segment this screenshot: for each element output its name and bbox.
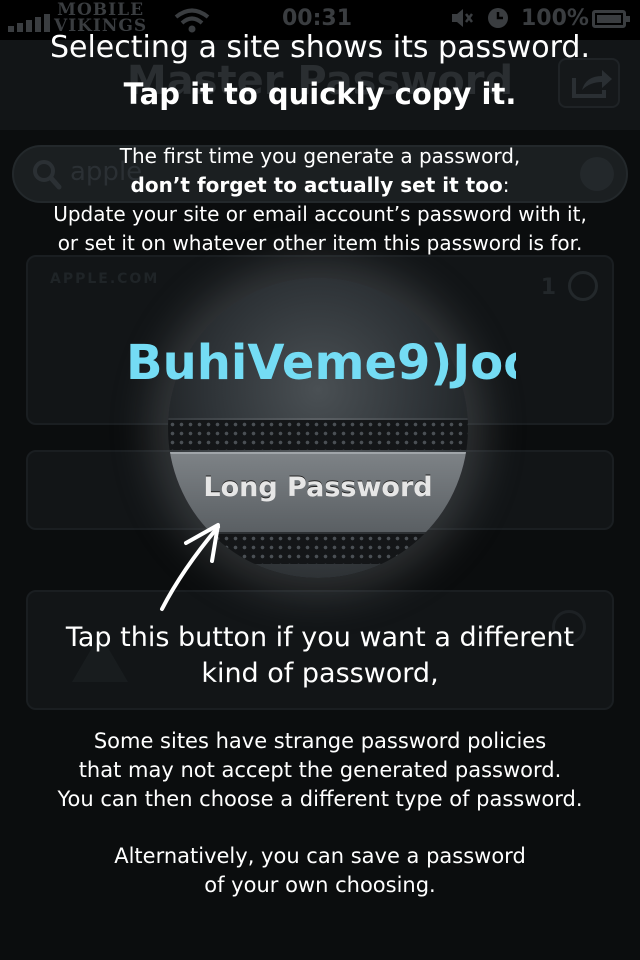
status-time: 00:31 <box>282 6 353 31</box>
alternative-line: Alternatively, you can save a password <box>114 844 526 868</box>
perforated-strip <box>168 420 468 450</box>
tutorial-note: The first time you generate a password, … <box>0 142 640 258</box>
note-emphasis: don’t forget to actually set it too <box>130 173 503 197</box>
policy-line: You can then choose a different type of … <box>57 787 583 811</box>
pointer-arrow-icon <box>160 523 220 611</box>
button-hint-line: kind of password, <box>201 658 439 689</box>
note-line: don’t forget to actually set it too: <box>0 171 640 200</box>
policy-note: Some sites have strange password policie… <box>0 727 640 814</box>
plus-icon[interactable] <box>568 271 598 301</box>
site-name: APPLE.COM <box>50 271 160 287</box>
alarm-clock-icon <box>488 8 508 28</box>
policy-line: Some sites have strange password policie… <box>93 729 547 753</box>
note-colon: : <box>502 173 510 197</box>
tutorial-heading-bold: Tap it to quickly copy it. <box>123 77 517 111</box>
button-hint-line: Tap this button if you want a different <box>65 622 575 653</box>
site-counter: 1 <box>540 275 556 300</box>
note-line: Update your site or email account’s pass… <box>53 202 587 226</box>
note-line: or set it on whatever other item this pa… <box>57 231 583 255</box>
mute-icon <box>452 9 473 27</box>
tutorial-heading: Selecting a site shows its password. <box>49 30 591 65</box>
battery-percentage: 100% <box>521 6 589 31</box>
battery-icon <box>592 10 630 28</box>
policy-line: that may not accept the generated passwo… <box>78 758 562 782</box>
site-password[interactable]: BuhiVeme9)Jocu <box>126 335 516 391</box>
alternative-note: Alternatively, you can save a password o… <box>0 842 640 900</box>
note-line: The first time you generate a password, <box>119 144 521 168</box>
password-type-label[interactable]: Long Password <box>168 472 468 503</box>
alternative-line: of your own choosing. <box>204 873 436 897</box>
button-hint: Tap this button if you want a different … <box>0 620 640 692</box>
